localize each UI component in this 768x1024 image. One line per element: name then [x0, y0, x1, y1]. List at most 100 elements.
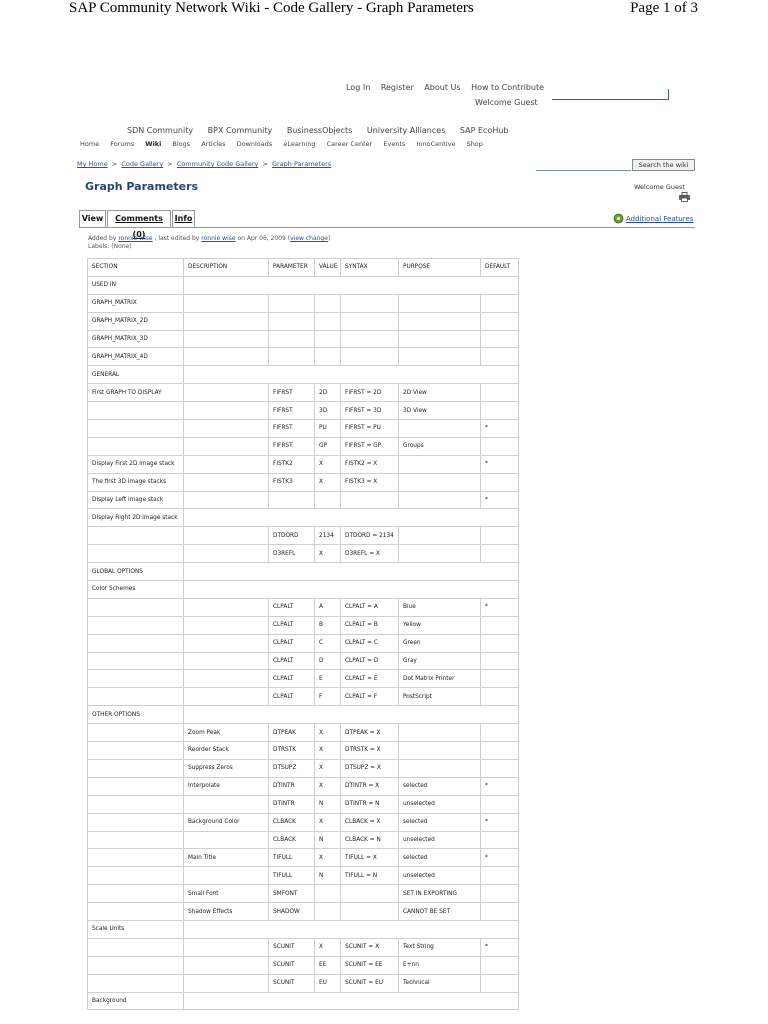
table-cell: [480, 741, 519, 760]
table-cell: [183, 419, 269, 438]
table-row: CLPALT F CLPALT = F PostScript: [87, 687, 519, 707]
table-row: GENERAL: [87, 365, 519, 385]
breadcrumb-my-home[interactable]: My Home: [77, 160, 108, 168]
nav-blogs[interactable]: Blogs: [172, 140, 190, 148]
table-cell: X: [314, 758, 341, 778]
table-cell: Dot Matrix Printer: [398, 669, 481, 689]
table-cell: DTRSTK = X: [340, 741, 399, 760]
table-cell: CLPALT = B: [340, 615, 399, 635]
table-cell: [87, 830, 184, 850]
tab-comments[interactable]: Comments (0): [107, 210, 171, 239]
table-row: Reorder Stack DTRSTK X DTRSTK = X: [87, 741, 519, 760]
nav-home[interactable]: Home: [80, 140, 99, 148]
table-cell: CLPALT: [268, 669, 315, 689]
table-cell: CLPALT = E: [340, 669, 399, 689]
community-link-businessobjects[interactable]: BusinessObjects: [287, 126, 353, 135]
nav-articles[interactable]: Articles: [201, 140, 225, 148]
table-cell: CLPALT: [268, 633, 315, 653]
table-cell: selected: [398, 812, 481, 832]
table-header-cell: DESCRIPTION: [183, 258, 269, 277]
table-cell: [87, 794, 184, 814]
features-icon[interactable]: [613, 213, 624, 224]
table-cell: unselected: [398, 830, 481, 850]
table-row: GRAPH_MATRIX_3D: [87, 329, 519, 349]
table-cell: DTINTR: [268, 794, 315, 814]
breadcrumb-graph-parameters[interactable]: Graph Parameters: [272, 160, 331, 168]
table-cell: [398, 472, 481, 492]
login-link[interactable]: Log In: [346, 83, 370, 92]
search-input[interactable]: [536, 170, 631, 171]
search-wiki-button[interactable]: Search the wiki: [632, 159, 695, 171]
how-to-contribute-link[interactable]: How to Contribute: [471, 83, 544, 92]
table-cell: Interpolate: [183, 776, 269, 796]
table-cell: B: [314, 615, 341, 635]
table-cell: [340, 347, 399, 367]
table-cell: [480, 973, 519, 993]
table-cell: [183, 383, 269, 403]
community-link-ecohub[interactable]: SAP EcoHub: [460, 126, 509, 135]
table-cell: Main Title: [183, 848, 269, 868]
table-cell: [480, 866, 519, 886]
community-link-university-alliances[interactable]: University Alliances: [367, 126, 446, 135]
table-cell: [183, 347, 269, 367]
table-cell: [398, 454, 481, 474]
nav-elearning[interactable]: eLearning: [283, 140, 315, 148]
table-row: CLBACK N CLBACK = Nunselected: [87, 830, 519, 850]
community-link-bpx[interactable]: BPX Community: [208, 126, 273, 135]
table-cell: FIFRST = 2D: [340, 383, 399, 403]
table-cell: FISTK3: [268, 472, 315, 492]
table-cell: [398, 741, 481, 760]
breadcrumb-community-code-gallery[interactable]: Community Code Gallery: [177, 160, 259, 168]
table-cell: [183, 705, 519, 725]
table-cell: [480, 472, 519, 492]
table-cell: [480, 615, 519, 635]
table-row: FIFRST 3D FIFRST = 3D 3D View: [87, 401, 519, 421]
table-cell: Display Left image stack: [87, 490, 184, 510]
table-cell: [268, 329, 315, 349]
page-meta: Added by ronnie wise , last edited by ro…: [88, 235, 330, 251]
nav-shop[interactable]: Shop: [467, 140, 483, 148]
table-cell: Gray: [398, 651, 481, 671]
table-cell: [480, 669, 519, 689]
nav-innocentive[interactable]: InnoCentive: [416, 140, 455, 148]
nav-wiki[interactable]: Wiki: [145, 140, 161, 148]
breadcrumb-code-gallery[interactable]: Code Gallery: [121, 160, 163, 168]
view-change-link[interactable]: view change: [290, 235, 328, 242]
table-cell: [183, 436, 269, 456]
printer-icon[interactable]: [679, 192, 690, 202]
register-link[interactable]: Register: [381, 83, 414, 92]
table-cell: [480, 830, 519, 850]
table-header-cell: DEFAULT: [480, 258, 519, 277]
about-us-link[interactable]: About Us: [424, 83, 460, 92]
table-row: CLPALT E CLPALT = E Dot Matrix Printer: [87, 669, 519, 689]
table-row: CLPALT A CLPALT = A Blue *: [87, 597, 519, 617]
table-cell: [87, 902, 184, 921]
table-cell: Small Font: [183, 884, 269, 904]
table-cell: [340, 902, 399, 921]
table-row: Background: [87, 991, 519, 1011]
table-cell: Scale Units: [87, 919, 184, 939]
table-cell: Reorder Stack: [183, 741, 269, 760]
nav-forums[interactable]: Forums: [110, 140, 134, 148]
table-cell: CLPALT = C: [340, 633, 399, 653]
editor-link[interactable]: ronnie wise: [201, 235, 235, 242]
table-cell: X: [314, 723, 341, 743]
nav-events[interactable]: Events: [383, 140, 405, 148]
table-cell: [87, 633, 184, 653]
table-cell: X: [314, 454, 341, 474]
table-cell: [480, 526, 519, 546]
author-link[interactable]: ronnie wise: [118, 235, 152, 242]
tab-info[interactable]: Info: [172, 210, 195, 228]
table-cell: FIFRST = 3D: [340, 401, 399, 421]
table-cell: DTRSTK: [268, 741, 315, 760]
table-row: SCUNIT EE SCUNIT = EE E+nn: [87, 955, 519, 975]
additional-features-link[interactable]: Additional Features: [626, 215, 693, 223]
table-cell: SCUNIT = EE: [340, 955, 399, 975]
table-row: GRAPH_MATRIX_2D: [87, 311, 519, 331]
nav-career-center[interactable]: Career Center: [327, 140, 373, 148]
community-link-sdn[interactable]: SDN Community: [127, 126, 193, 135]
nav-downloads[interactable]: Downloads: [237, 140, 273, 148]
table-cell: Text String: [398, 937, 481, 957]
tab-view[interactable]: View: [79, 210, 106, 228]
table-cell: CLBACK: [268, 830, 315, 850]
